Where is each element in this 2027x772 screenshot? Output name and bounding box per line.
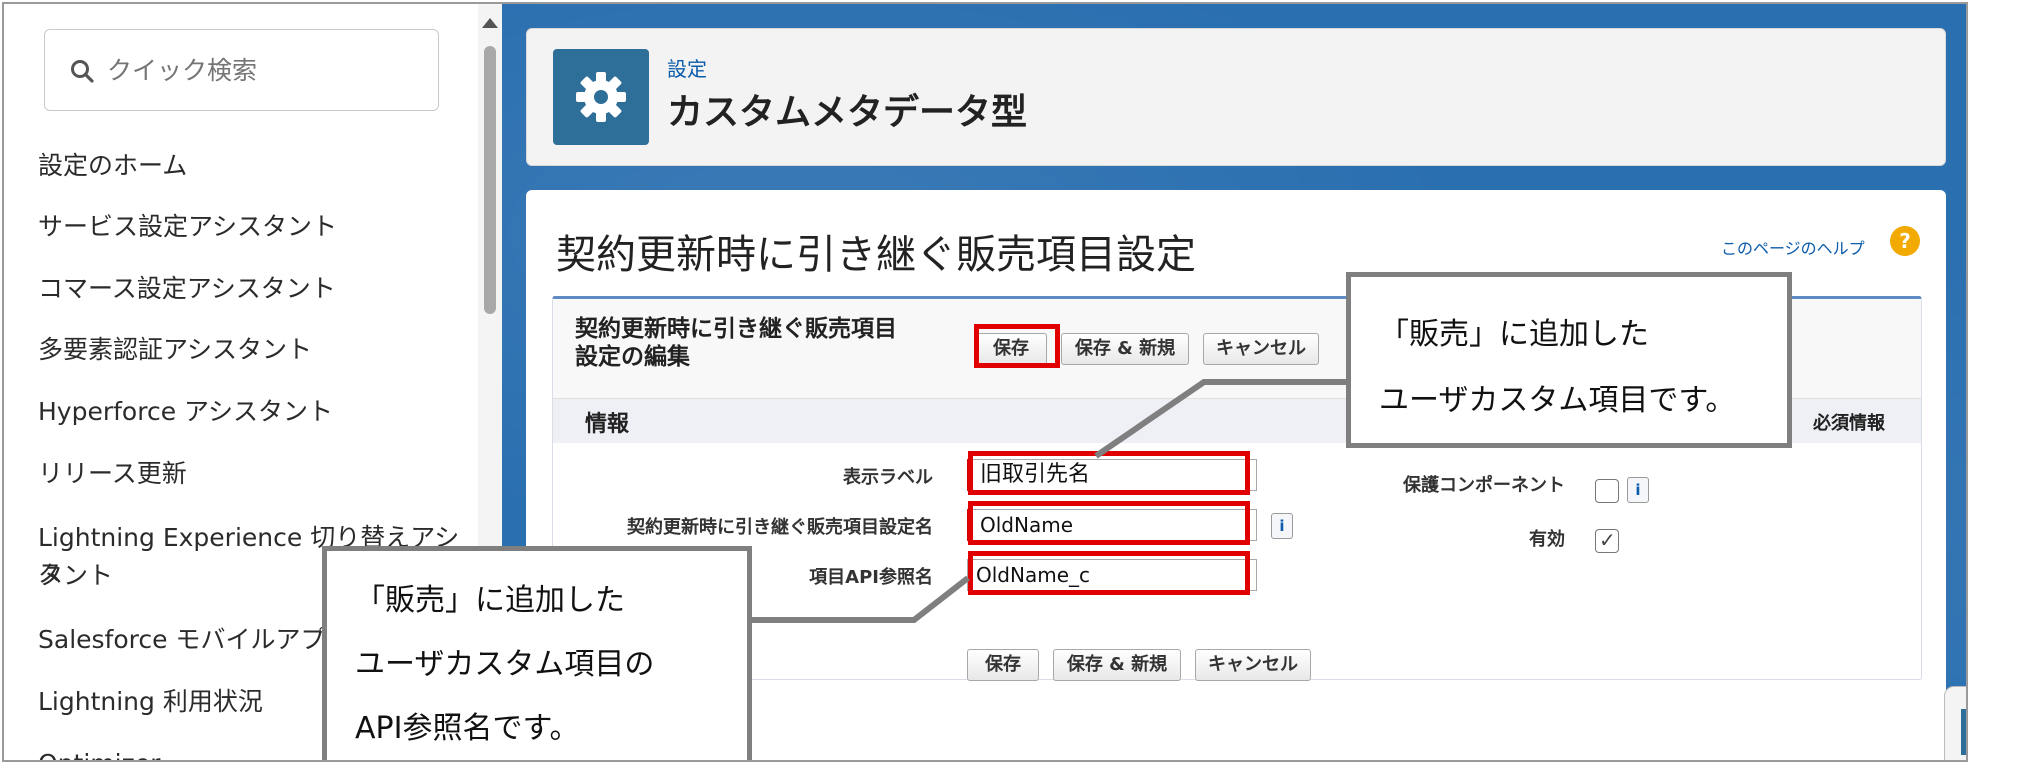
- record-type-title: 契約更新時に引き継ぐ販売項目設定: [556, 232, 1196, 278]
- save-new-button-bottom[interactable]: 保存 & 新規: [1053, 649, 1181, 681]
- screenshot-frame: 設定のホーム サービス設定アシスタント コマース設定アシスタント 多要素認証アシ…: [2, 2, 1968, 762]
- callout-api-name: 「販売」に追加した ユーザカスタム項目の API参照名です。: [322, 546, 752, 760]
- required-info-legend: 必須情報: [1813, 413, 1885, 434]
- save-new-button-top[interactable]: 保存 & 新規: [1061, 333, 1189, 365]
- breadcrumb[interactable]: 設定: [667, 53, 707, 82]
- sidebar-item-hyperforce-assistant[interactable]: Hyperforce アシスタント: [38, 394, 468, 430]
- chevron-left-icon: [1967, 723, 1968, 741]
- side-panel-tab[interactable]: [1961, 709, 1968, 755]
- help-icon[interactable]: ?: [1890, 226, 1920, 256]
- callout-top-line1: 「販売」に追加した: [1379, 317, 1649, 352]
- callout-bottom-line1: 「販売」に追加した: [355, 583, 625, 618]
- edit-heading-line1: 契約更新時に引き継ぐ販売項目: [575, 316, 897, 342]
- search-icon: [71, 60, 94, 83]
- sidebar-item-commerce-setup-assistant[interactable]: コマース設定アシスタント: [38, 271, 468, 307]
- quick-search-input[interactable]: [107, 48, 417, 92]
- side-panel-toggle[interactable]: [1944, 686, 1968, 760]
- field-api-name-input[interactable]: OldName_c: [967, 559, 1257, 591]
- callout-bottom-line3: API参照名です。: [355, 711, 580, 746]
- label-protected-component: 保護コンポーネント: [1403, 475, 1565, 496]
- callout-top-line2: ユーザカスタム項目です。: [1379, 383, 1736, 418]
- scroll-up-arrow-icon[interactable]: [482, 18, 498, 28]
- edit-heading-line2: 設定の編集: [575, 344, 690, 370]
- sidebar-item-release-updates[interactable]: リリース更新: [38, 456, 468, 492]
- gear-icon: [576, 72, 626, 122]
- callout-bottom-line2: ユーザカスタム項目の: [355, 647, 655, 682]
- cancel-button-top[interactable]: キャンセル: [1203, 333, 1319, 365]
- section-title: 情報: [585, 412, 630, 437]
- label-display-label: 表示ラベル: [843, 467, 933, 488]
- label-active: 有効: [1529, 529, 1565, 550]
- setup-icon-tile: [553, 49, 649, 145]
- page-title: カスタムメタデータ型: [667, 92, 1028, 133]
- label-setting-name: 契約更新時に引き継ぐ販売項目設定名: [627, 517, 933, 538]
- sidebar-item-setup-home[interactable]: 設定のホーム: [38, 148, 468, 184]
- info-icon[interactable]: i: [1271, 513, 1293, 539]
- callout-custom-field: 「販売」に追加した ユーザカスタム項目です。: [1346, 272, 1792, 448]
- save-button-top[interactable]: 保存: [975, 333, 1047, 365]
- protected-component-checkbox[interactable]: [1595, 479, 1619, 503]
- sidebar-item-service-setup-assistant[interactable]: サービス設定アシスタント: [38, 209, 468, 245]
- help-for-this-page-link[interactable]: このページのヘルプ: [1721, 235, 1865, 259]
- sidebar-item-mfa-assistant[interactable]: 多要素認証アシスタント: [38, 332, 468, 368]
- edit-form-heading: 契約更新時に引き継ぐ販売項目 設定の編集: [575, 315, 955, 371]
- cancel-button-bottom[interactable]: キャンセル: [1195, 649, 1311, 681]
- scrollbar-thumb[interactable]: [484, 46, 496, 314]
- quick-search-box[interactable]: [44, 29, 439, 111]
- checkmark-icon: ✓: [1599, 528, 1616, 552]
- save-button-bottom[interactable]: 保存: [967, 649, 1039, 681]
- protected-info-icon[interactable]: i: [1627, 477, 1649, 503]
- active-checkbox[interactable]: ✓: [1595, 528, 1619, 553]
- setting-name-input[interactable]: OldName: [967, 509, 1257, 541]
- display-label-input[interactable]: 旧取引先名: [967, 459, 1257, 491]
- page-header: 設定 カスタムメタデータ型: [526, 28, 1946, 166]
